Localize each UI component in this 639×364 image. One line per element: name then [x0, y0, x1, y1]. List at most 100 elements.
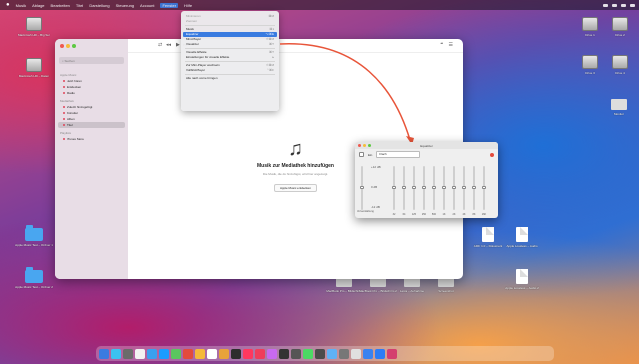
eq-preamp-slider[interactable] [360, 166, 364, 210]
dock-app-icon[interactable] [387, 348, 397, 359]
sidebar-section-title: Mediathek [60, 99, 74, 103]
eq-band-slider[interactable] [442, 166, 446, 210]
menubar-item[interactable]: Steuerung [116, 3, 134, 8]
dock-app-icon[interactable] [255, 348, 265, 359]
sidebar-item-icon [63, 92, 65, 94]
sidebar-item-label: Alben [67, 117, 75, 121]
menubar-item[interactable]: Darstellung [89, 3, 109, 8]
dock-app-icon[interactable] [219, 348, 229, 359]
eq-band-slider[interactable] [472, 166, 476, 210]
eq-band-slider[interactable] [402, 166, 406, 210]
desktop-icon-label: Screenshot [438, 289, 454, 293]
dock-app-icon[interactable] [351, 348, 361, 359]
apple-icon[interactable]: ● [6, 2, 10, 8]
queue-icon[interactable]: ☰ [449, 42, 453, 48]
eq-slider-knob[interactable] [432, 186, 436, 189]
drive-icon [582, 55, 598, 69]
menu-item-shortcut: ⌃⌘F [266, 68, 274, 72]
eq-preset-select[interactable]: Flach [376, 151, 421, 158]
drive-icon [612, 17, 628, 31]
eq-slider-knob[interactable] [422, 186, 426, 189]
eq-band-slider[interactable] [422, 166, 426, 210]
eq-band-slider[interactable] [482, 166, 486, 210]
eq-band-slider[interactable] [452, 166, 456, 210]
eq-slider-knob[interactable] [452, 186, 456, 189]
menubar-item[interactable]: Titel [76, 3, 83, 8]
menubar-item[interactable]: Bearbeiten [51, 3, 70, 8]
eq-band-slider[interactable] [432, 166, 436, 210]
dock-app-icon[interactable] [195, 348, 205, 359]
eq-enable-checkbox[interactable] [359, 152, 364, 157]
desktop-icon[interactable]: Macintosh HD – Big Sur [14, 17, 54, 37]
dock-app-icon[interactable] [327, 348, 337, 359]
desktop-icon[interactable]: Apple Music Test – Ordner 1 [14, 225, 54, 247]
play-icon[interactable]: ▶ [176, 42, 180, 48]
dock-app-icon[interactable] [123, 348, 133, 359]
menubar-item[interactable]: Hilfe [184, 3, 192, 8]
dock-app-icon[interactable] [243, 348, 253, 359]
eq-slider-knob[interactable] [412, 186, 416, 189]
discover-button[interactable]: Apple Music entdecken [273, 184, 318, 192]
desktop-icon[interactable]: Monitor [599, 99, 639, 116]
menubar-item[interactable]: Musik [16, 3, 26, 8]
shuffle-icon[interactable]: ⇄ [158, 42, 162, 48]
eq-slider-knob[interactable] [442, 186, 446, 189]
eq-slider-knob[interactable] [360, 186, 364, 189]
menubar-item[interactable]: Account [140, 3, 154, 8]
dock-app-icon[interactable] [303, 348, 313, 359]
eq-slider-knob[interactable] [472, 186, 476, 189]
desktop-icon[interactable]: Drive 2 [600, 17, 639, 37]
desktop-icon[interactable]: Apple Lossless – Audio [502, 227, 542, 248]
sidebar-item[interactable]: iTunes Store [55, 136, 128, 142]
dock-app-icon[interactable] [267, 348, 277, 359]
menu-item[interactable]: Einstellungen für visuelle Effekte ▸ [181, 55, 279, 60]
eq-band-slider[interactable] [412, 166, 416, 210]
dock-app-icon[interactable] [231, 348, 241, 359]
dock-app-icon[interactable] [183, 348, 193, 359]
dock-app-icon[interactable] [291, 348, 301, 359]
desktop-icon-label: Monitor [613, 112, 624, 116]
menu-item[interactable]: Alle nach vorne bringen [181, 76, 279, 81]
eq-slider-knob[interactable] [402, 186, 406, 189]
window-menu: Minimieren ⌘M Zoomen Musik ⌘1 Equalizer ⌥⌘E Min… [181, 11, 279, 111]
menubar-item[interactable]: Fenster [160, 2, 179, 8]
previous-icon[interactable]: ◂◂ [166, 42, 171, 48]
battery-icon[interactable] [603, 3, 608, 7]
eq-slider-knob[interactable] [482, 186, 486, 189]
dock-app-icon[interactable] [375, 348, 385, 359]
dock-app-icon[interactable] [363, 348, 373, 359]
dock-app-icon[interactable] [279, 348, 289, 359]
eq-enable-label: Ein [368, 152, 373, 157]
minimize-button[interactable] [66, 44, 70, 48]
dock-app-icon[interactable] [147, 348, 157, 359]
eq-slider-knob[interactable] [462, 186, 466, 189]
desktop-icon-label: Macintosh HD – Big Sur [17, 33, 50, 37]
menu-item-label: Visualizer [186, 42, 199, 46]
eq-band-slider[interactable] [392, 166, 396, 210]
menu-item[interactable]: Visualizer ⌘T [181, 42, 279, 47]
dock-app-icon[interactable] [111, 348, 121, 359]
zoom-button[interactable] [72, 44, 76, 48]
desktop-icon[interactable]: Macintosh HD – Daten [14, 58, 54, 78]
desktop-icon[interactable]: Apple Music Test – Ordner 2 [14, 267, 54, 289]
control-center-icon[interactable] [630, 3, 635, 7]
menu-item[interactable]: Vollbild-Player ⌃⌘F [181, 68, 279, 73]
dock-app-icon[interactable] [99, 348, 109, 359]
search-icon[interactable] [621, 3, 626, 7]
wifi-icon[interactable] [612, 3, 617, 7]
eq-band-slider[interactable] [462, 166, 466, 210]
menubar-item[interactable]: Ablage [32, 3, 44, 8]
dock-app-icon[interactable] [159, 348, 169, 359]
eq-slider-knob[interactable] [392, 186, 396, 189]
dock-app-icon[interactable] [135, 348, 145, 359]
dock-app-icon[interactable] [315, 348, 325, 359]
dock-app-icon[interactable] [339, 348, 349, 359]
desktop-icon[interactable]: Apple Lossless – Audio 2 [502, 269, 542, 290]
dock-app-icon[interactable] [171, 348, 181, 359]
close-button[interactable] [60, 44, 64, 48]
desktop-icon[interactable]: Drive 4 [600, 55, 639, 75]
lyrics-icon[interactable]: ❝ [440, 42, 443, 48]
search-input[interactable]: ⌕ Suchen [59, 57, 124, 64]
menu-separator [185, 48, 275, 49]
dock-app-icon[interactable] [207, 348, 217, 359]
